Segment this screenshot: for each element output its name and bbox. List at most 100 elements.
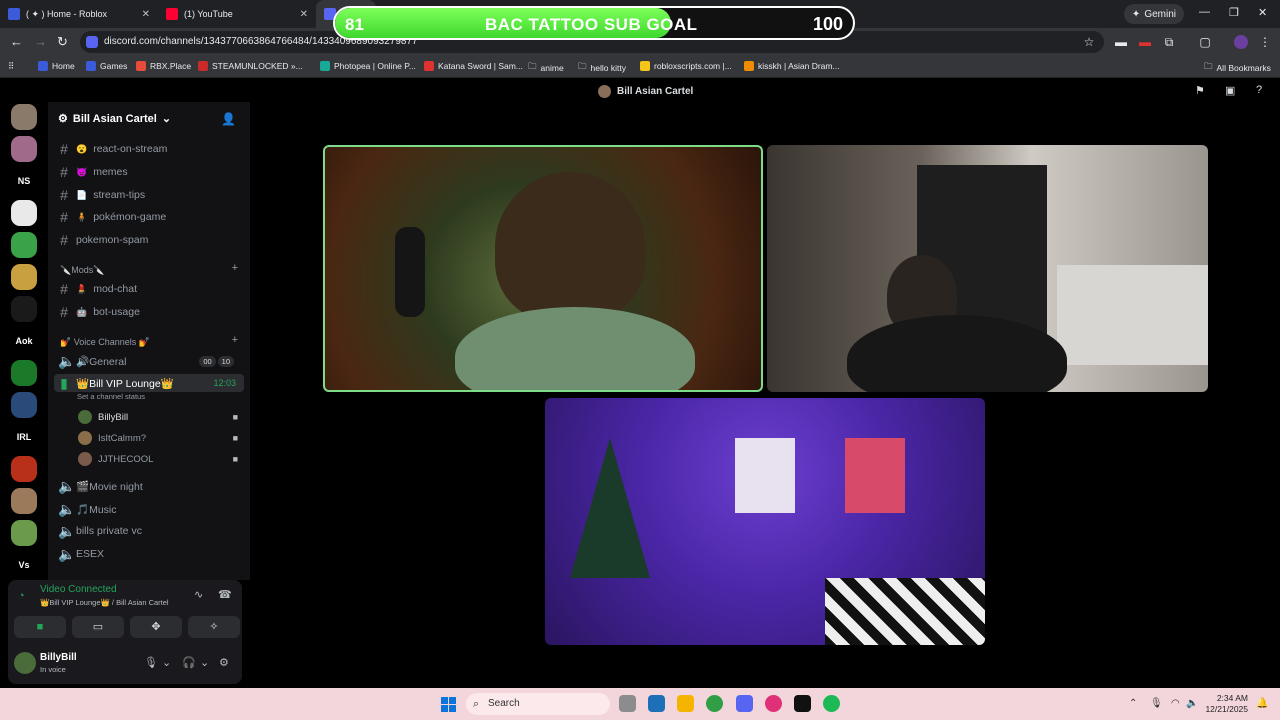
server-icon[interactable]: [11, 136, 37, 162]
voice-user-isitcalmm[interactable]: IsItCalmm? ■: [78, 429, 238, 447]
taskbar-search[interactable]: ⌕ Search: [466, 693, 610, 715]
voice-channel-vip-lounge[interactable]: ▮ 👑Bill VIP Lounge👑 12:03: [54, 374, 244, 392]
voice-location[interactable]: 👑Bill VIP Lounge👑 / Bill Asian Cartel: [40, 598, 169, 607]
category-voice[interactable]: 💅 Voice Channels 💅: [60, 337, 150, 348]
set-channel-status[interactable]: Set a channel status: [77, 392, 145, 401]
help-icon[interactable]: ?: [1256, 84, 1262, 96]
voice-user-billybill[interactable]: BillyBill ■: [78, 408, 238, 426]
channel-stream-tips[interactable]: # 📄 stream-tips: [58, 186, 240, 204]
bookmark-folder-anime[interactable]: 🗀 anime: [528, 61, 564, 75]
threads-icon[interactable]: ⚑: [1195, 84, 1205, 97]
microphone-icon[interactable]: 🎙: [144, 656, 158, 669]
server-icon[interactable]: [11, 296, 37, 322]
tab-youtube[interactable]: (1) YouTube ✕: [158, 0, 316, 28]
channel-react-on-stream[interactable]: # 😮 react-on-stream: [58, 140, 240, 158]
headphones-icon[interactable]: 🎧: [182, 656, 196, 669]
voice-channel-music[interactable]: 🔈 🎵Music: [58, 500, 240, 518]
voice-channel-general[interactable]: 🔈 🔊General 00 10: [58, 352, 240, 370]
chevron-down-icon[interactable]: ⌄: [162, 656, 171, 669]
close-tab-icon[interactable]: ✕: [300, 9, 308, 20]
store-icon[interactable]: [648, 695, 665, 712]
server-icon[interactable]: [11, 392, 37, 418]
channel-bot-usage[interactable]: # 🤖 bot-usage: [58, 303, 240, 321]
inbox-icon[interactable]: ▣: [1225, 84, 1235, 97]
gear-icon[interactable]: ⚙: [219, 656, 229, 669]
server-icon[interactable]: [11, 488, 37, 514]
close-tab-icon[interactable]: ✕: [142, 9, 150, 20]
back-icon[interactable]: ←: [10, 34, 23, 49]
signal-icon[interactable]: ◔: [18, 590, 25, 602]
voice-channel-esex[interactable]: 🔈 ESEX: [58, 545, 240, 563]
microphone-icon[interactable]: 🎙: [1150, 698, 1163, 709]
channel-pokemon-spam[interactable]: # pokemon-spam: [58, 231, 240, 249]
voice-user-jjthecool[interactable]: JJTHECOOL ■: [78, 450, 238, 468]
server-irl[interactable]: IRL: [11, 424, 37, 450]
bookmark-folder-hello-kitty[interactable]: 🗀 hello kitty: [578, 61, 626, 75]
server-aok[interactable]: Aok: [11, 328, 37, 354]
video-tile[interactable]: [767, 145, 1208, 392]
video-tile-speaking[interactable]: [323, 145, 763, 392]
add-channel-icon[interactable]: +: [232, 334, 238, 346]
chrome-icon[interactable]: [706, 695, 723, 712]
forward-icon[interactable]: →: [34, 34, 47, 49]
minimize-icon[interactable]: —: [1199, 6, 1210, 18]
server-icon[interactable]: [11, 232, 37, 258]
channel-mod-chat[interactable]: # 💄 mod-chat: [58, 280, 240, 298]
spotify-icon[interactable]: [823, 695, 840, 712]
server-icon[interactable]: [11, 456, 37, 482]
bookmark-home[interactable]: Home: [38, 61, 75, 71]
chevron-up-icon[interactable]: ⌃: [1129, 698, 1137, 709]
extensions-icon[interactable]: ⧉: [1162, 35, 1176, 49]
gemini-button[interactable]: ✦ Gemini: [1123, 4, 1184, 24]
channel-pokemon-game[interactable]: # 🧍 pokémon-game: [58, 208, 240, 226]
restore-icon[interactable]: ❐: [1229, 6, 1239, 19]
task-view-icon[interactable]: [619, 695, 636, 712]
app-icon[interactable]: [794, 695, 811, 712]
tab-roblox[interactable]: ( ✦ ) Home - Roblox ✕: [0, 0, 158, 28]
extension-icon[interactable]: ▬: [1138, 35, 1152, 49]
server-vs[interactable]: Vs: [11, 552, 37, 578]
more-menu-icon[interactable]: ⋮: [1258, 35, 1272, 49]
video-tile[interactable]: [545, 398, 985, 645]
voice-channel-movie-night[interactable]: 🔈 🎬Movie night: [58, 477, 240, 495]
volume-icon[interactable]: 🔈: [1186, 698, 1198, 709]
soundboard-button[interactable]: ✧: [188, 616, 240, 638]
bookmark-steamunlocked[interactable]: STEAMUNLOCKED »...: [198, 61, 303, 71]
category-mods[interactable]: 🔪Mods🔪: [60, 265, 104, 276]
screen-share-button[interactable]: ▭: [72, 616, 124, 638]
file-explorer-icon[interactable]: [677, 695, 694, 712]
user-avatar[interactable]: [14, 652, 36, 674]
bookmark-photopea[interactable]: Photopea | Online P...: [320, 61, 416, 71]
extension-icon[interactable]: ▬: [1114, 35, 1128, 49]
wifi-icon[interactable]: ◠: [1171, 698, 1180, 709]
bookmark-katana[interactable]: Katana Sword | Sam...: [424, 61, 523, 71]
bookmark-games[interactable]: Games: [86, 61, 127, 71]
camera-button[interactable]: ■: [14, 616, 66, 638]
server-icon[interactable]: [11, 520, 37, 546]
channel-memes[interactable]: # 😈 memes: [58, 163, 240, 181]
server-icon[interactable]: [11, 360, 37, 386]
apps-icon[interactable]: ⠿: [8, 61, 14, 72]
bookmark-kisskh[interactable]: kisskh | Asian Dram...: [744, 61, 840, 71]
all-bookmarks-button[interactable]: 🗀 All Bookmarks: [1204, 61, 1271, 75]
server-icon[interactable]: [11, 200, 37, 226]
server-icon[interactable]: [11, 104, 37, 130]
server-header[interactable]: ⚙ Bill Asian Cartel ⌄: [58, 112, 171, 126]
add-channel-icon[interactable]: +: [232, 262, 238, 274]
bookmark-rbxplace[interactable]: RBX.Place: [136, 61, 191, 71]
system-clock[interactable]: 2:34 AM 12/21/2025: [1205, 693, 1248, 715]
notification-icon[interactable]: 🔔: [1256, 698, 1268, 709]
reload-icon[interactable]: ↻: [57, 34, 68, 50]
windows-start-icon[interactable]: [441, 697, 456, 712]
activities-button[interactable]: ✥: [130, 616, 182, 638]
noise-suppression-icon[interactable]: ∿: [194, 588, 203, 601]
disconnect-icon[interactable]: ☎: [218, 588, 232, 601]
chevron-down-icon[interactable]: ⌄: [200, 656, 209, 669]
close-window-icon[interactable]: ✕: [1258, 6, 1267, 19]
server-ns[interactable]: NS: [11, 168, 37, 194]
voice-channel-bills-private[interactable]: 🔈 bills private vc: [58, 522, 240, 540]
bookmark-robloxscripts[interactable]: robloxscripts.com |...: [640, 61, 732, 71]
invite-people-icon[interactable]: 👤: [221, 112, 236, 126]
server-icon[interactable]: [11, 264, 37, 290]
profile-avatar[interactable]: [1234, 35, 1248, 49]
